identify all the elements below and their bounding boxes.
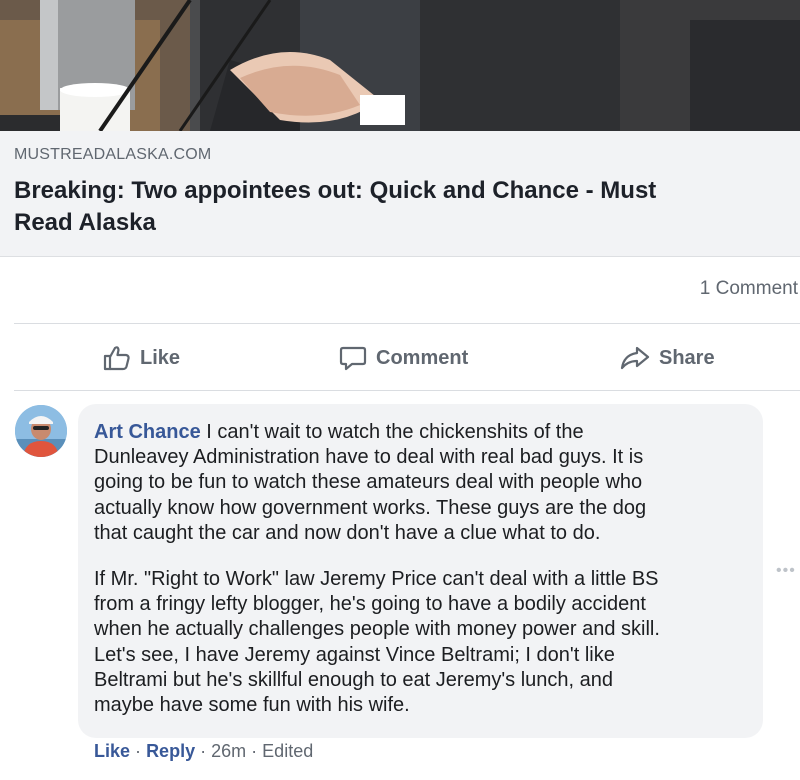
comment-label: Comment [376,346,469,369]
comment-edited-label[interactable]: Edited [262,741,313,761]
thumbs-up-icon [102,343,132,373]
comment-author[interactable]: Art Chance [94,421,201,443]
link-preview-card[interactable]: MUSTREADALASKA.COM Breaking: Two appoint… [0,131,800,257]
preview-photo [0,0,800,131]
link-preview-image[interactable] [0,0,800,131]
comment-paragraph-2: If Mr. "Right to Work" law Jeremy Price … [94,568,660,717]
comment-timestamp[interactable]: 26m [211,741,246,761]
more-options-icon[interactable]: ••• [776,562,796,580]
link-domain: MUSTREADALASKA.COM [14,146,212,163]
comment-like-link[interactable]: Like [94,741,130,761]
comment-bubble: Art Chance I can't wait to watch the chi… [78,404,763,738]
meta-separator: · [135,741,142,761]
comment-paragraph-1: Art Chance I can't wait to watch the chi… [94,420,754,546]
comment-meta: Like · Reply · 26m · Edited [94,741,313,762]
comment-button[interactable]: Comment [338,338,468,378]
share-label: Share [659,346,715,369]
avatar[interactable] [15,405,67,457]
divider [14,323,800,324]
divider [14,390,800,391]
meta-separator: · [251,741,258,761]
comment-count[interactable]: 1 Comment [700,278,798,300]
speech-bubble-icon [338,343,368,373]
meta-separator: · [200,741,207,761]
link-title[interactable]: Breaking: Two appointees out: Quick and … [14,175,774,239]
like-label: Like [140,346,181,369]
share-button[interactable]: Share [619,338,715,378]
like-button[interactable]: Like [102,338,180,378]
comment-reply-link[interactable]: Reply [146,741,195,761]
avatar-photo [15,405,67,457]
share-arrow-icon [619,343,651,373]
